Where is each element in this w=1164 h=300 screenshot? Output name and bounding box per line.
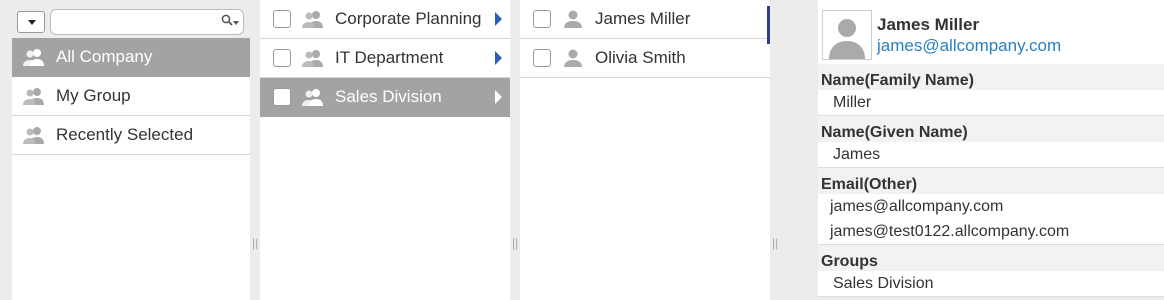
user-item-label: James Miller [595,9,691,28]
sidebar-item-label: All Company [56,47,153,66]
group-checkbox[interactable] [273,10,291,28]
search-input[interactable] [50,9,244,35]
avatar [822,10,872,60]
field-label: Email(Other) [818,168,1164,194]
field-label: Name(Family Name) [818,64,1164,90]
splitter-handle[interactable]: || [512,236,518,250]
field-value: Miller [818,90,1164,116]
splitter-handle[interactable]: || [772,236,778,250]
chevron-down-icon[interactable] [233,21,239,25]
user-item-label: Olivia Smith [595,48,686,67]
user-item-james-miller[interactable]: James Miller [520,0,770,39]
user-icon [564,10,582,28]
expand-arrow-icon[interactable] [495,51,502,65]
group-item-corporate-planning[interactable]: Corporate Planning [260,0,510,39]
group-item-it-department[interactable]: IT Department [260,39,510,78]
sidebar-panel: All Company My Group Recently Selected [12,0,250,300]
group-icon [302,89,323,106]
profile-header: James Miller james@allcompany.com [818,0,1164,64]
sidebar-item-label: My Group [56,86,131,105]
search-icon[interactable] [221,14,233,26]
user-item-olivia-smith[interactable]: Olivia Smith [520,39,770,78]
group-icon [302,11,323,28]
field-value: James [818,142,1164,168]
user-icon [829,19,865,59]
sidebar-item-my-group[interactable]: My Group [12,77,250,116]
user-icon [564,49,582,67]
group-item-label: Sales Division [335,87,442,106]
field-value: james@allcompany.com [818,194,1164,219]
user-checkbox[interactable] [533,49,551,67]
group-checkbox[interactable] [273,88,291,106]
profile-details: Name(Family Name) Miller Name(Given Name… [818,64,1164,297]
sidebar-item-label: Recently Selected [56,125,194,144]
users-panel: James Miller Olivia Smith [520,0,770,300]
sidebar-toolbar [12,0,250,38]
splitter-handle[interactable]: || [252,236,258,250]
expand-arrow-icon[interactable] [495,12,502,26]
filter-dropdown[interactable] [17,11,45,33]
group-item-label: IT Department [335,48,444,67]
profile-panel: James Miller james@allcompany.com Name(F… [780,0,1164,300]
sidebar-item-all-company[interactable]: All Company [12,38,250,77]
profile-email-link[interactable]: james@allcompany.com [877,36,1061,56]
group-icon [302,50,323,67]
group-icon [23,49,44,66]
group-checkbox[interactable] [273,49,291,67]
field-label: Name(Given Name) [818,116,1164,142]
group-icon [23,127,44,144]
field-value: Sales Division [818,271,1164,297]
groups-panel: Corporate Planning IT Department Sales D… [260,0,510,300]
scroll-indicator[interactable] [767,6,770,44]
group-icon [23,88,44,105]
field-label: Groups [818,245,1164,271]
group-item-sales-division[interactable]: Sales Division [260,78,510,117]
group-item-label: Corporate Planning [335,9,482,28]
field-value: james@test0122.allcompany.com [818,219,1164,245]
profile-name: James Miller [877,15,980,34]
sidebar-item-recently-selected[interactable]: Recently Selected [12,116,250,155]
expand-arrow-icon[interactable] [495,90,502,104]
user-checkbox[interactable] [533,10,551,28]
